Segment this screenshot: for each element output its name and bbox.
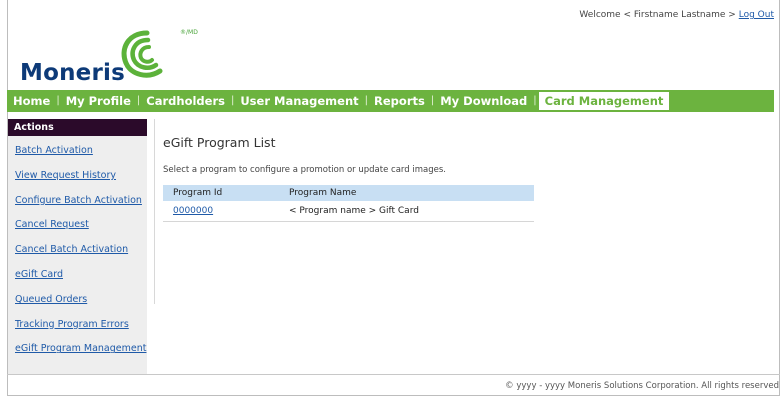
nav-card-management[interactable]: Card Management: [538, 92, 670, 110]
sidebar-item-configure-batch-activation[interactable]: Configure Batch Activation: [8, 189, 147, 214]
top-navigation: Home | My Profile | Cardholders | User M…: [7, 90, 774, 112]
sidebar-item-egift-program-management[interactable]: eGift Program Management: [8, 337, 147, 362]
logo-text: Moneris: [20, 60, 125, 86]
sidebar-item-egift-card[interactable]: eGift Card: [8, 263, 147, 288]
program-id-link[interactable]: 0000000: [173, 206, 213, 216]
actions-sidebar: Actions Batch Activation View Request Hi…: [8, 119, 147, 374]
column-header-program-id: Program Id: [163, 185, 279, 201]
sidebar-item-tracking-program-errors[interactable]: Tracking Program Errors: [8, 313, 147, 338]
sidebar-item-cancel-batch-activation[interactable]: Cancel Batch Activation: [8, 238, 147, 263]
moneris-logo: Moneris ®/MD: [20, 26, 198, 86]
sidebar-item-view-request-history[interactable]: View Request History: [8, 164, 147, 189]
nav-user-management[interactable]: User Management: [234, 90, 364, 112]
program-table: Program Id Program Name 0000000 < Progra…: [163, 185, 534, 222]
welcome-bar: Welcome < Firstname Lastname > Log Out: [579, 10, 774, 20]
footer-copyright: © yyyy - yyyy Moneris Solutions Corporat…: [505, 381, 779, 391]
nav-reports[interactable]: Reports: [368, 90, 431, 112]
column-header-program-name: Program Name: [279, 185, 534, 201]
page-description: Select a program to configure a promotio…: [163, 165, 446, 175]
sidebar-item-cancel-request[interactable]: Cancel Request: [8, 213, 147, 238]
sidebar-item-queued-orders[interactable]: Queued Orders: [8, 288, 147, 313]
program-id-cell: 0000000: [163, 201, 279, 222]
program-name-cell: < Program name > Gift Card: [279, 201, 534, 222]
nav-cardholders[interactable]: Cardholders: [140, 90, 231, 112]
nav-home[interactable]: Home: [7, 90, 56, 112]
logout-link[interactable]: Log Out: [739, 10, 774, 20]
footer-divider: [7, 374, 780, 375]
table-row: 0000000 < Program name > Gift Card: [163, 201, 534, 222]
sidebar-list: Batch Activation View Request History Co…: [8, 136, 147, 374]
main-content: eGift Program List Select a program to c…: [163, 135, 446, 175]
nav-my-download[interactable]: My Download: [434, 90, 533, 112]
nav-separator: |: [533, 95, 537, 106]
page-title: eGift Program List: [163, 135, 276, 150]
content-divider: [154, 119, 155, 304]
logo-swirl-icon: [121, 30, 163, 78]
nav-my-profile[interactable]: My Profile: [60, 90, 137, 112]
registered-mark: ®/MD: [180, 29, 198, 36]
sidebar-item-batch-activation[interactable]: Batch Activation: [8, 139, 147, 164]
welcome-text: Welcome < Firstname Lastname >: [579, 10, 736, 20]
table-header-row: Program Id Program Name: [163, 185, 534, 201]
sidebar-title: Actions: [8, 119, 147, 136]
